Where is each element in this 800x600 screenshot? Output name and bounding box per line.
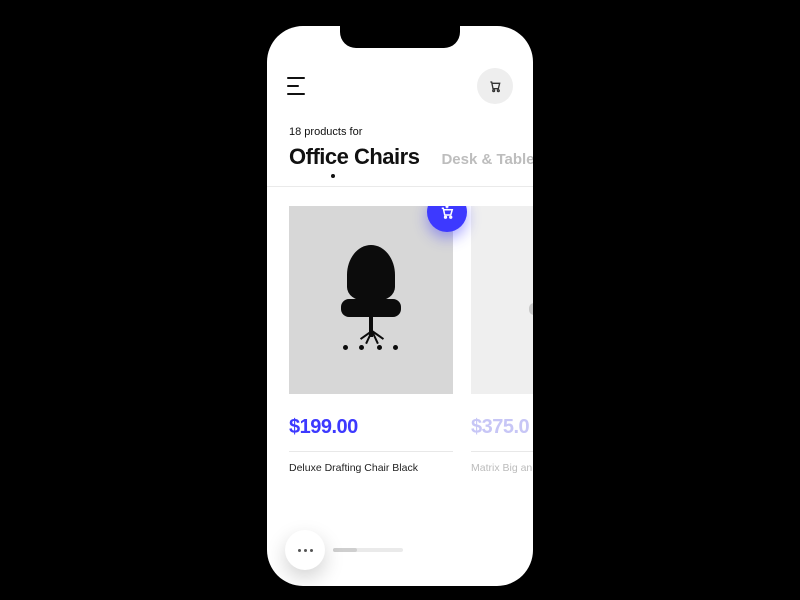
more-icon	[310, 549, 313, 552]
scroll-thumb[interactable]	[333, 548, 357, 552]
divider	[267, 186, 533, 187]
more-button[interactable]	[285, 530, 325, 570]
add-to-cart-icon	[438, 206, 456, 221]
category-tabs: Office Chairs Desk & Table	[289, 144, 533, 170]
product-image	[289, 206, 453, 394]
product-carousel[interactable]: $199.00 Deluxe Drafting Chair Black $375…	[289, 206, 533, 474]
product-card[interactable]: $375.0 Matrix Big an	[471, 206, 533, 474]
phone-frame: 18 products for Office Chairs Desk & Tab…	[267, 26, 533, 586]
product-image	[471, 206, 533, 394]
cart-button[interactable]	[477, 68, 513, 104]
device-notch	[340, 26, 460, 48]
menu-button[interactable]	[287, 77, 309, 95]
product-price: $199.00	[289, 416, 453, 439]
divider	[471, 451, 533, 452]
tab-office-chairs[interactable]: Office Chairs	[289, 144, 419, 170]
chair-illustration	[333, 245, 409, 355]
chair-illustration	[523, 245, 533, 355]
scroll-indicator[interactable]	[333, 548, 403, 552]
more-icon	[298, 549, 301, 552]
top-bar	[267, 68, 533, 104]
menu-icon	[287, 93, 305, 95]
viewport: 18 products for Office Chairs Desk & Tab…	[0, 0, 800, 600]
tab-desk-and-table[interactable]: Desk & Table	[441, 151, 533, 168]
product-name: Matrix Big an	[471, 462, 533, 474]
cart-icon	[487, 78, 503, 94]
active-tab-indicator	[331, 174, 335, 178]
product-card[interactable]: $199.00 Deluxe Drafting Chair Black	[289, 206, 453, 474]
menu-icon	[287, 77, 305, 79]
product-price: $375.0	[471, 416, 533, 439]
product-name: Deluxe Drafting Chair Black	[289, 462, 453, 474]
menu-icon	[287, 85, 299, 87]
more-icon	[304, 549, 307, 552]
divider	[289, 451, 453, 452]
product-count: 18 products for	[289, 126, 362, 138]
